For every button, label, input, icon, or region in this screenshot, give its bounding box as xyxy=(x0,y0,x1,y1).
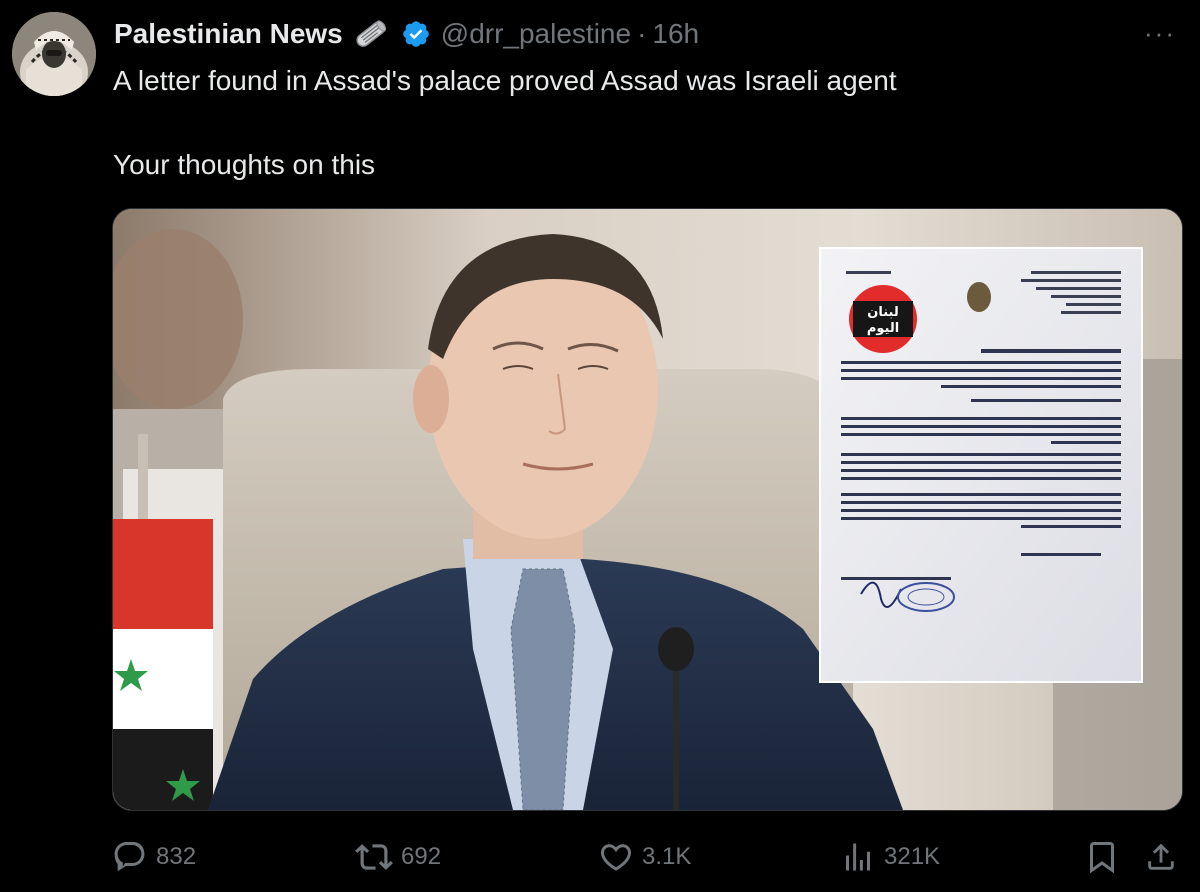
avatar[interactable] xyxy=(12,12,96,96)
share-icon xyxy=(1148,843,1174,870)
reply-count: 832 xyxy=(156,843,197,870)
more-options-button[interactable]: ··· xyxy=(1142,18,1178,48)
author-handle[interactable]: @drr_palestine xyxy=(441,18,631,50)
more-options-icon: ··· xyxy=(1144,17,1176,48)
views-chart-icon xyxy=(846,843,870,871)
tweet-actions: 832 692 3.1K 321K xyxy=(112,832,1192,882)
media-photo: لبنان اليوم xyxy=(113,209,1182,810)
svg-text:لبنان: لبنان xyxy=(867,305,898,320)
tweet[interactable]: Palestinian News @drr_palestine · 16h ··… xyxy=(0,0,1200,892)
heart-icon xyxy=(600,844,632,871)
tweet-text-line-1: A letter found in Assad's palace proved … xyxy=(113,65,897,96)
repost-button[interactable]: 692 xyxy=(355,832,441,882)
tweet-text: A letter found in Assad's palace proved … xyxy=(113,60,1173,186)
views-count: 321K xyxy=(884,843,941,870)
tweet-header: Palestinian News @drr_palestine · 16h xyxy=(114,14,699,54)
bookmark-button[interactable] xyxy=(1084,832,1128,882)
like-button[interactable]: 3.1K xyxy=(598,832,691,882)
separator-dot: · xyxy=(637,18,647,49)
verified-badge-icon[interactable] xyxy=(401,19,431,49)
letter-document: لبنان اليوم xyxy=(819,247,1143,683)
reply-icon xyxy=(114,842,145,872)
bookmark-icon xyxy=(1090,842,1114,874)
tweet-text-line-2: Your thoughts on this xyxy=(113,149,376,180)
avatar-image xyxy=(12,12,96,96)
repost-icon xyxy=(355,844,393,870)
share-button[interactable] xyxy=(1144,832,1186,882)
reply-button[interactable]: 832 xyxy=(112,832,196,882)
like-count: 3.1K xyxy=(642,843,692,870)
post-timestamp[interactable]: 16h xyxy=(652,18,699,50)
newspaper-emoji-icon xyxy=(351,17,391,51)
author-name[interactable]: Palestinian News xyxy=(114,18,343,50)
svg-text:اليوم: اليوم xyxy=(867,321,899,336)
tweet-media-image[interactable]: لبنان اليوم xyxy=(112,208,1183,811)
repost-count: 692 xyxy=(401,843,442,870)
views-button[interactable]: 321K xyxy=(840,832,940,882)
